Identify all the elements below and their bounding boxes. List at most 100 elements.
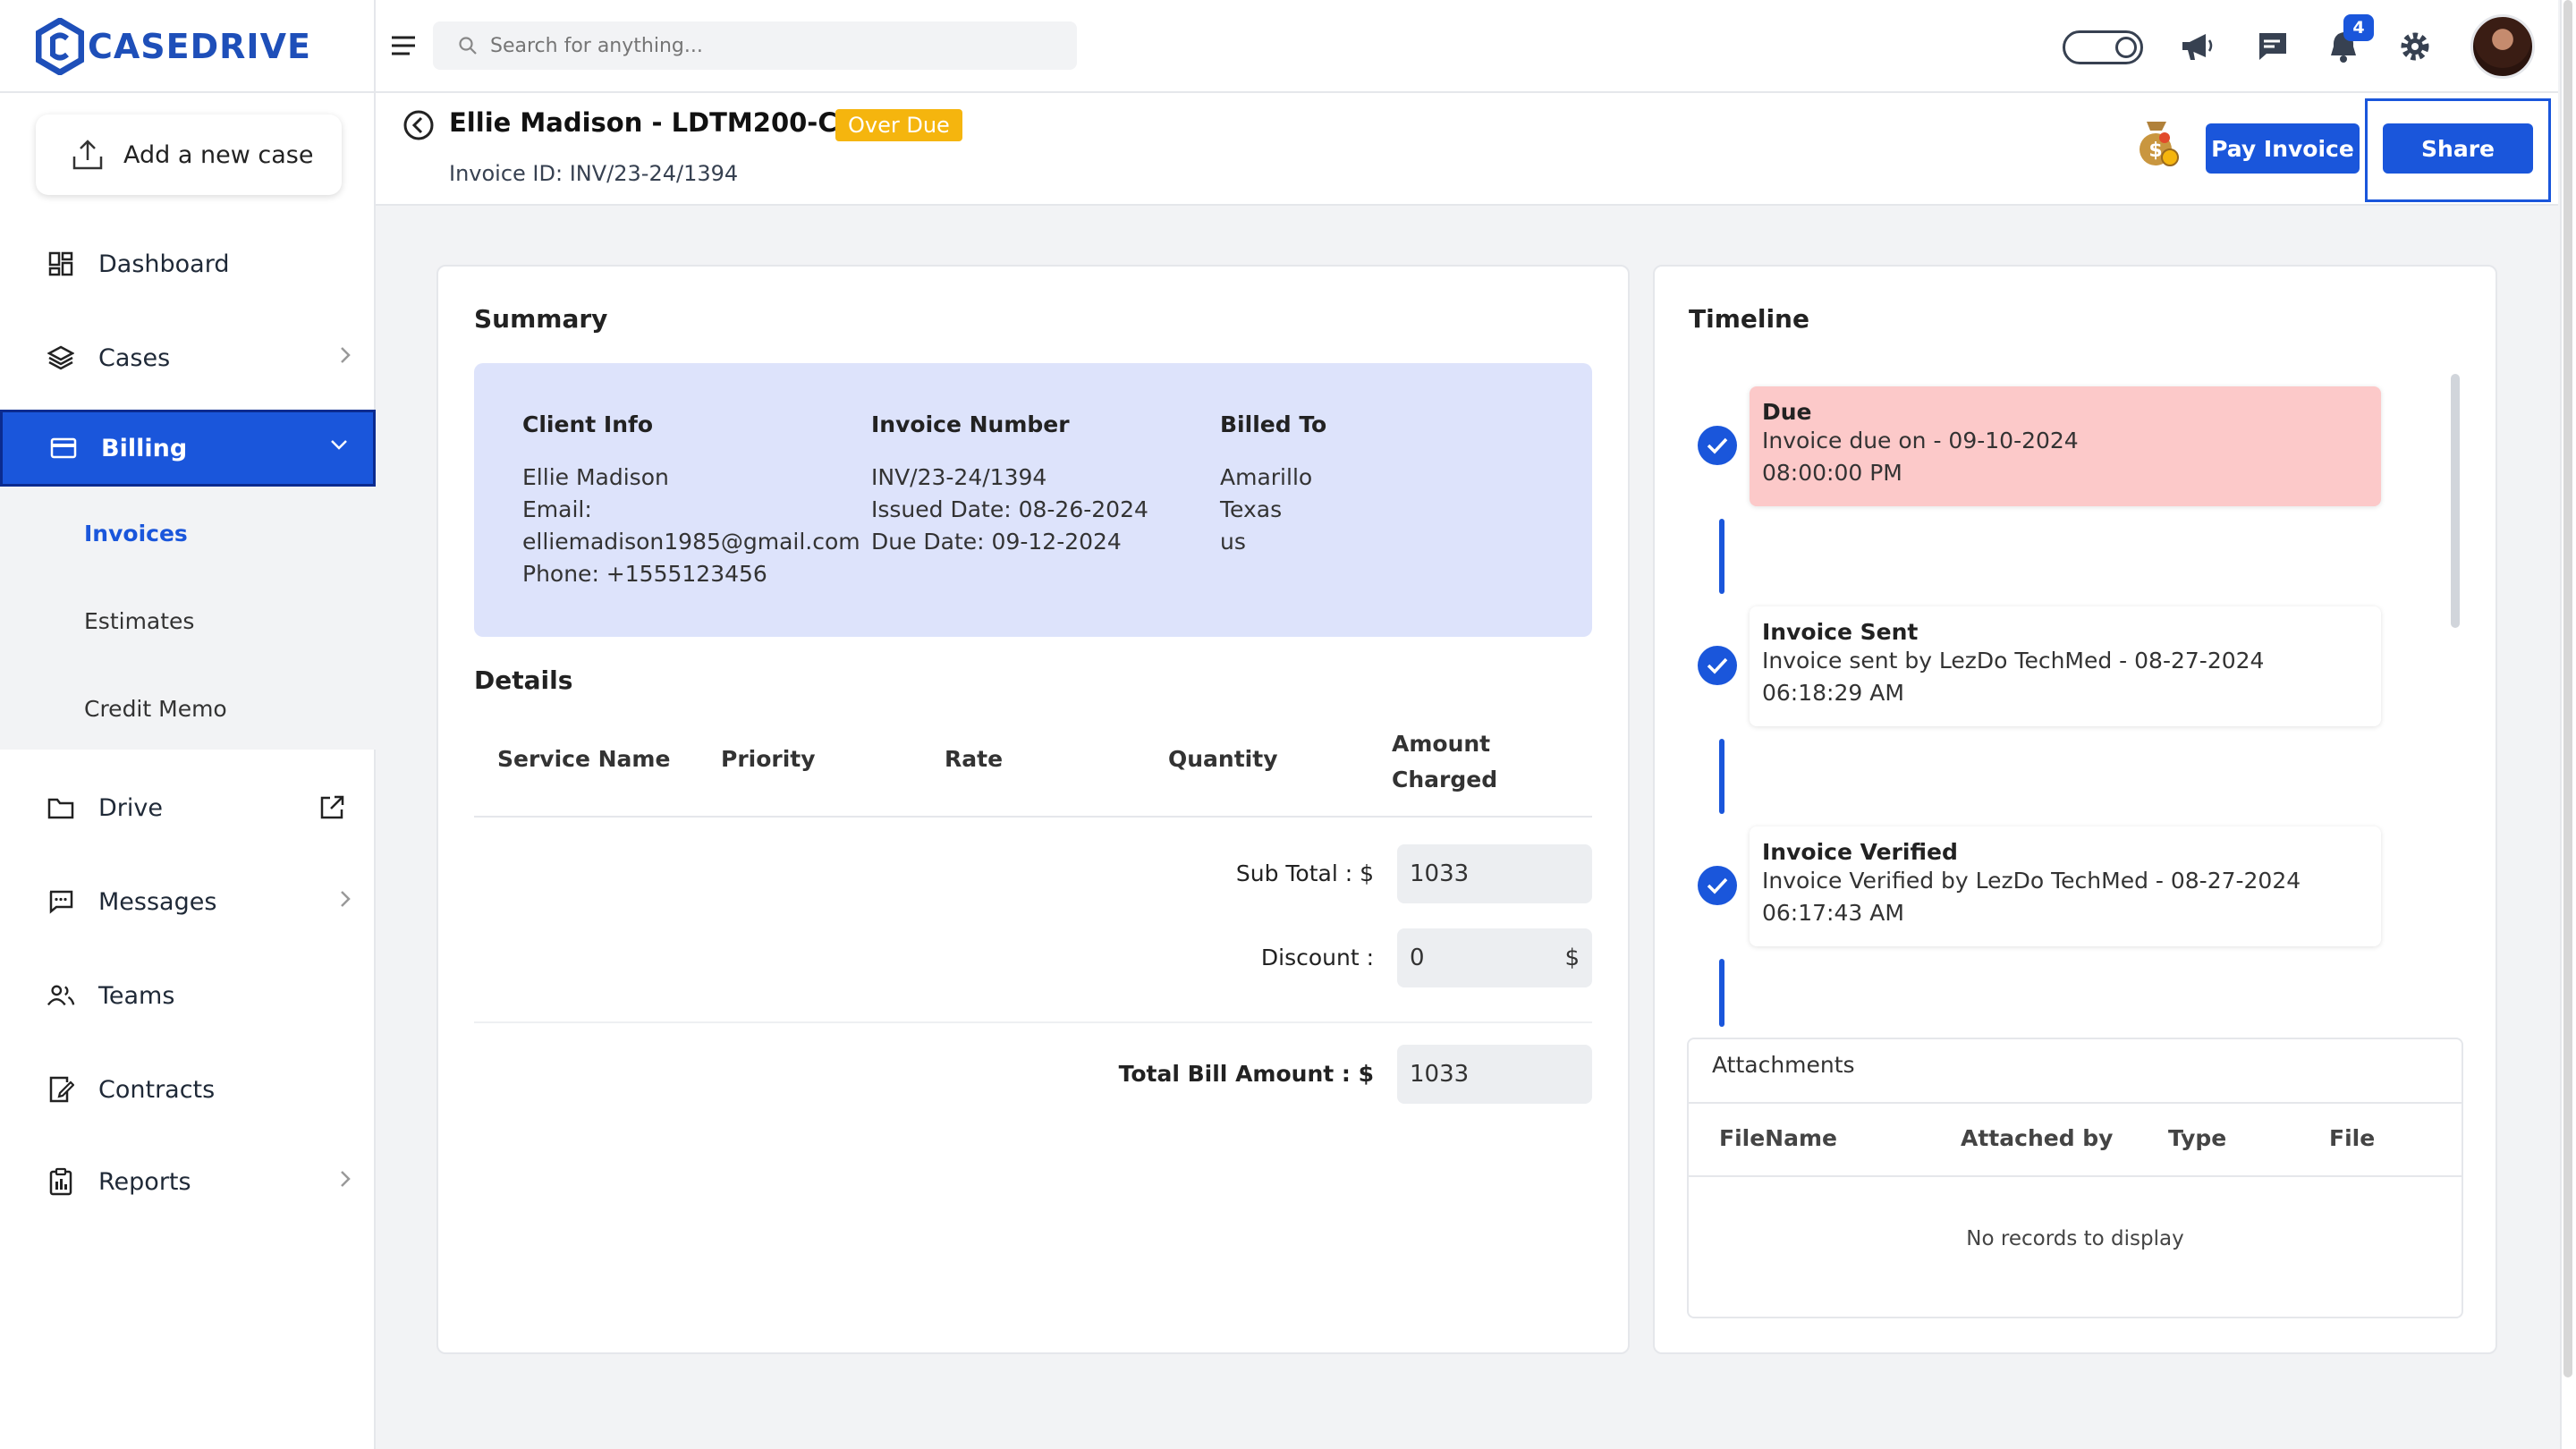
discount-field[interactable]: 0 $ bbox=[1397, 928, 1592, 987]
column-file[interactable]: File bbox=[2329, 1125, 2375, 1151]
upload-icon bbox=[72, 140, 103, 170]
column-amount-charged[interactable]: Amount Charged bbox=[1392, 726, 1497, 798]
details-title: Details bbox=[474, 665, 573, 695]
sidebar-item-billing[interactable]: Billing bbox=[0, 410, 376, 487]
add-new-case-label: Add a new case bbox=[123, 140, 314, 169]
back-arrow-icon[interactable] bbox=[402, 109, 435, 141]
client-name: Ellie Madison bbox=[522, 464, 669, 490]
chat-icon bbox=[47, 887, 75, 916]
column-type[interactable]: Type bbox=[2168, 1125, 2226, 1151]
column-filename[interactable]: FileName bbox=[1719, 1125, 1837, 1151]
summary-title: Summary bbox=[474, 304, 608, 334]
sidebar-item-messages[interactable]: Messages bbox=[0, 863, 376, 940]
status-badge: Over Due bbox=[835, 109, 962, 141]
contract-icon bbox=[47, 1075, 75, 1104]
sidebar-item-label: Billing bbox=[101, 434, 188, 462]
chevron-right-icon bbox=[341, 1171, 351, 1187]
billed-to-line: Amarillo bbox=[1220, 464, 1313, 490]
invoice-id: Invoice ID: INV/23-24/1394 bbox=[449, 161, 739, 186]
column-priority[interactable]: Priority bbox=[721, 746, 816, 772]
notification-count-badge: 4 bbox=[2343, 14, 2374, 41]
total-bill-field: 1033 bbox=[1397, 1045, 1592, 1104]
clipboard-icon bbox=[47, 1167, 75, 1196]
sidebar-item-teams[interactable]: Teams bbox=[0, 957, 376, 1034]
users-icon bbox=[47, 981, 75, 1010]
timeline-event-sent: Invoice Sent Invoice sent by LezDo TechM… bbox=[1750, 606, 2381, 726]
discount-label: Discount : bbox=[1260, 945, 1374, 970]
theme-toggle[interactable] bbox=[2063, 30, 2143, 64]
column-charged-label: Charged bbox=[1392, 767, 1498, 792]
timeline-event-title: Invoice Verified bbox=[1762, 839, 1958, 865]
invoice-number-info: INV/23-24/1394 Issued Date: 08-26-2024 D… bbox=[871, 462, 1148, 558]
search-input[interactable] bbox=[490, 34, 1045, 57]
sun-icon bbox=[2115, 37, 2137, 58]
sidebar-subitem-estimates[interactable]: Estimates bbox=[84, 608, 194, 634]
total-bill-label: Total Bill Amount : $ bbox=[1118, 1061, 1374, 1087]
message-icon[interactable] bbox=[2252, 27, 2292, 66]
credit-card-icon bbox=[49, 434, 78, 462]
gear-icon[interactable] bbox=[2395, 27, 2435, 66]
timeline-event-text: Invoice sent by LezDo TechMed - 08-27-20… bbox=[1762, 648, 2265, 674]
billed-to-line: Texas bbox=[1220, 496, 1283, 522]
column-quantity[interactable]: Quantity bbox=[1168, 746, 1278, 772]
megaphone-icon[interactable] bbox=[2177, 27, 2216, 66]
timeline-event-title: Invoice Sent bbox=[1762, 619, 1919, 645]
client-email: elliemadison1985@gmail.com bbox=[522, 529, 860, 555]
totals-divider bbox=[474, 1021, 1592, 1023]
client-email-label: Email: bbox=[522, 496, 592, 522]
money-bag-icon[interactable]: $ bbox=[2134, 118, 2181, 168]
pay-invoice-button[interactable]: Pay Invoice bbox=[2206, 123, 2360, 174]
sidebar-item-drive[interactable]: Drive bbox=[0, 769, 376, 846]
sidebar-subitem-invoices[interactable]: Invoices bbox=[84, 521, 188, 547]
billed-to-info: Amarillo Texas us bbox=[1220, 462, 1312, 558]
client-info-heading: Client Info bbox=[522, 411, 654, 437]
check-circle-icon bbox=[1698, 426, 1737, 465]
column-amount-label: Amount bbox=[1392, 731, 1491, 757]
timeline-title: Timeline bbox=[1689, 304, 1809, 334]
add-new-case-button[interactable]: Add a new case bbox=[36, 114, 342, 195]
hamburger-menu-icon[interactable] bbox=[388, 30, 419, 61]
column-attached-by[interactable]: Attached by bbox=[1961, 1125, 2113, 1151]
attachments-title: Attachments bbox=[1712, 1052, 1855, 1078]
user-avatar[interactable] bbox=[2470, 14, 2535, 79]
search-bar[interactable] bbox=[433, 21, 1077, 70]
timeline-event-text: Invoice Verified by LezDo TechMed - 08-2… bbox=[1762, 868, 2301, 894]
timeline-event-verified: Invoice Verified Invoice Verified by Lez… bbox=[1750, 826, 2381, 946]
page-scrollbar-thumb[interactable] bbox=[2563, 0, 2572, 1377]
sidebar-item-label: Cases bbox=[98, 343, 171, 372]
search-icon bbox=[459, 37, 477, 55]
timeline-scrollbar[interactable] bbox=[2451, 374, 2460, 628]
timeline-connector bbox=[1719, 519, 1724, 594]
column-service-name[interactable]: Service Name bbox=[497, 746, 670, 772]
column-rate[interactable]: Rate bbox=[945, 746, 1003, 772]
sidebar-divider bbox=[0, 91, 376, 93]
sidebar-item-label: Teams bbox=[98, 981, 175, 1010]
sidebar-item-contracts[interactable]: Contracts bbox=[0, 1051, 376, 1128]
client-info: Ellie Madison Email: elliemadison1985@gm… bbox=[522, 462, 860, 590]
sidebar-item-label: Contracts bbox=[98, 1075, 216, 1104]
sidebar-item-dashboard[interactable]: Dashboard bbox=[0, 225, 376, 302]
sidebar-item-label: Drive bbox=[98, 793, 163, 822]
billed-to-heading: Billed To bbox=[1220, 411, 1327, 437]
external-link-icon[interactable] bbox=[318, 794, 345, 821]
sidebar-subitem-credit-memo[interactable]: Credit Memo bbox=[84, 696, 227, 722]
sidebar-item-cases[interactable]: Cases bbox=[0, 319, 376, 396]
subtotal-label: Sub Total : $ bbox=[1235, 860, 1374, 886]
svg-text:$: $ bbox=[2148, 140, 2162, 162]
invoice-number-heading: Invoice Number bbox=[871, 411, 1070, 437]
empty-state-text: No records to display bbox=[1966, 1227, 2184, 1250]
subtotal-field: 1033 bbox=[1397, 844, 1592, 903]
timeline-connector bbox=[1719, 739, 1724, 814]
sidebar-item-reports[interactable]: Reports bbox=[0, 1143, 376, 1220]
timeline-event-due: Due Invoice due on - 09-10-2024 08:00:00… bbox=[1750, 386, 2381, 506]
timeline-event-time: 06:18:29 AM bbox=[1762, 680, 1904, 706]
timeline-event-text: Invoice due on - 09-10-2024 bbox=[1762, 428, 2079, 453]
share-button[interactable]: Share bbox=[2383, 123, 2533, 174]
sidebar-item-label: Reports bbox=[98, 1167, 191, 1196]
discount-value: 0 bbox=[1410, 945, 1425, 971]
layers-icon bbox=[47, 343, 75, 372]
chevron-right-icon bbox=[341, 347, 351, 363]
folder-icon bbox=[47, 793, 75, 822]
brand-logo[interactable]: CASEDRIVE bbox=[36, 16, 311, 77]
attachments-panel bbox=[1687, 1038, 2463, 1318]
